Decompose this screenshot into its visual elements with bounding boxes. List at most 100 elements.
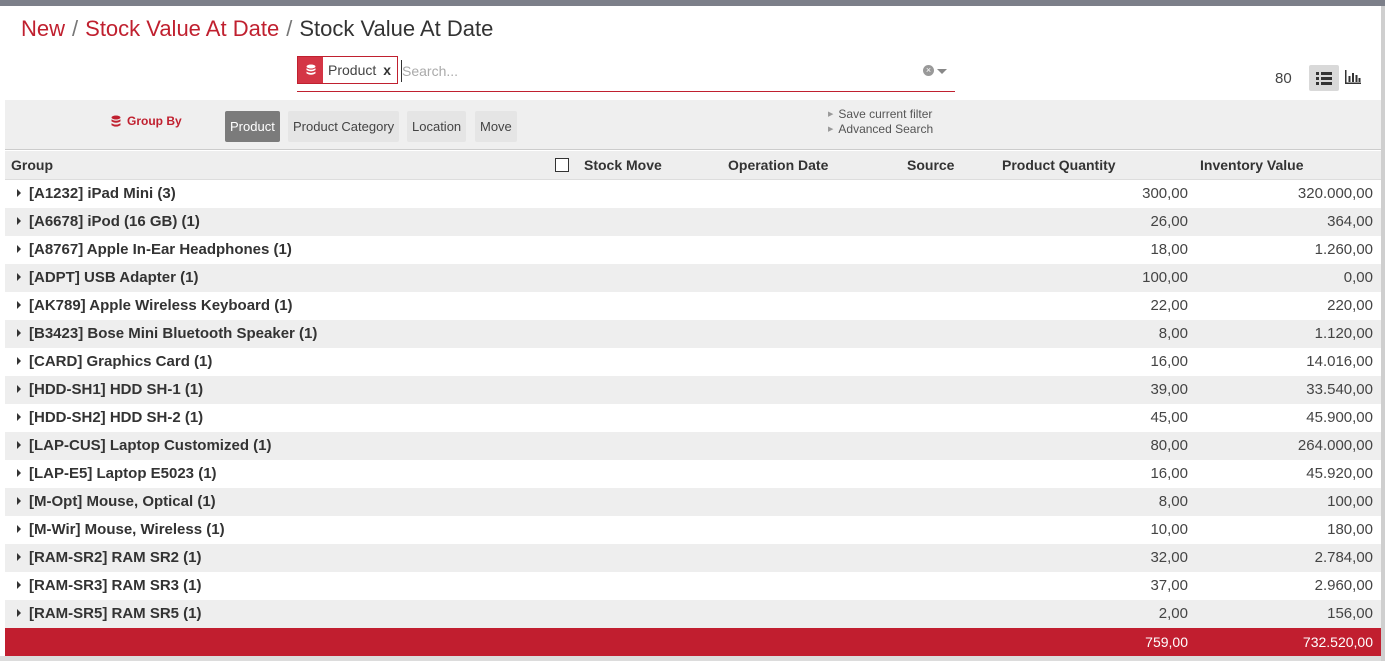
group-name: [B3423] Bose Mini Bluetooth Speaker (1) bbox=[29, 325, 318, 342]
search-bar: Product x × bbox=[297, 56, 955, 92]
group-name: [LAP-E5] Laptop E5023 (1) bbox=[29, 465, 217, 482]
graph-view-button[interactable] bbox=[1345, 70, 1363, 88]
product-quantity: 22,00 bbox=[1150, 297, 1188, 314]
total-value: 732.520,00 bbox=[1302, 634, 1373, 650]
group-by-label: Group By bbox=[111, 114, 182, 128]
table-row[interactable]: [RAM-SR5] RAM SR5 (1) 2,00 156,00 bbox=[5, 600, 1381, 628]
group-name: [A6678] iPod (16 GB) (1) bbox=[29, 213, 200, 230]
inventory-value: 1.120,00 bbox=[1314, 325, 1373, 342]
triangle-right-icon: ▶ bbox=[828, 125, 834, 133]
group-by-product[interactable]: Product bbox=[225, 111, 280, 142]
column-stock-move[interactable]: Stock Move bbox=[584, 157, 662, 173]
table-row[interactable]: [LAP-CUS] Laptop Customized (1) 80,00 264.… bbox=[5, 432, 1381, 460]
caret-right-icon bbox=[17, 413, 21, 421]
list-icon bbox=[1316, 71, 1332, 85]
product-quantity: 8,00 bbox=[1158, 325, 1188, 342]
pager-limit[interactable]: 80 bbox=[1275, 70, 1292, 87]
bottom-strip bbox=[0, 656, 1381, 661]
control-panel: New / Stock Value At Date / Stock Value At D… bbox=[0, 6, 1381, 100]
group-name: [AK789] Apple Wireless Keyboard (1) bbox=[29, 297, 293, 314]
caret-right-icon bbox=[17, 245, 21, 253]
table-row[interactable]: [M-Opt] Mouse, Optical (1) 8,00 100,00 bbox=[5, 488, 1381, 516]
group-name: [RAM-SR2] RAM SR2 (1) bbox=[29, 549, 202, 566]
save-current-filter-link[interactable]: ▶ Save current filter bbox=[828, 107, 933, 122]
filter-links: ▶ Save current filter ▶ Advanced Search bbox=[828, 107, 933, 137]
group-by-location[interactable]: Location bbox=[407, 111, 467, 142]
facet-remove-button[interactable]: x bbox=[381, 57, 397, 83]
inventory-value: 45.900,00 bbox=[1306, 409, 1373, 426]
triangle-right-icon: ▶ bbox=[828, 110, 834, 118]
breadcrumb-current: Stock Value At Date bbox=[299, 16, 494, 41]
table-row[interactable]: [M-Wir] Mouse, Wireless (1) 10,00 180,00 bbox=[5, 516, 1381, 544]
table-row[interactable]: [A1232] iPad Mini (3) 300,00 320.000,00 bbox=[5, 180, 1381, 208]
caret-right-icon bbox=[17, 217, 21, 225]
total-quantity: 759,00 bbox=[1145, 634, 1188, 650]
product-quantity: 37,00 bbox=[1150, 577, 1188, 594]
group-by-move[interactable]: Move bbox=[475, 111, 517, 142]
inventory-value: 100,00 bbox=[1327, 493, 1373, 510]
caret-right-icon bbox=[17, 385, 21, 393]
group-name: [HDD-SH2] HDD SH-2 (1) bbox=[29, 409, 204, 426]
table-header: Group Stock Move Operation Date Source P… bbox=[5, 151, 1381, 180]
search-input[interactable] bbox=[401, 60, 901, 82]
breadcrumb-item-stock-value[interactable]: Stock Value At Date bbox=[85, 16, 279, 41]
breadcrumb: New / Stock Value At Date / Stock Value At D… bbox=[21, 16, 493, 42]
column-operation-date[interactable]: Operation Date bbox=[728, 157, 828, 173]
inventory-value: 14.016,00 bbox=[1306, 353, 1373, 370]
database-icon bbox=[111, 115, 121, 127]
caret-right-icon bbox=[17, 525, 21, 533]
inventory-value: 33.540,00 bbox=[1306, 381, 1373, 398]
caret-right-icon bbox=[17, 497, 21, 505]
caret-right-icon bbox=[17, 469, 21, 477]
group-by-product-category[interactable]: Product Category bbox=[288, 111, 400, 142]
caret-right-icon bbox=[17, 609, 21, 617]
inventory-value: 180,00 bbox=[1327, 521, 1373, 538]
table-row[interactable]: [HDD-SH1] HDD SH-1 (1) 39,00 33.540,00 bbox=[5, 376, 1381, 404]
group-name: [ADPT] USB Adapter (1) bbox=[29, 269, 199, 286]
group-name: [M-Opt] Mouse, Optical (1) bbox=[29, 493, 216, 510]
search-options-caret-icon[interactable] bbox=[937, 69, 947, 74]
advanced-search-link[interactable]: ▶ Advanced Search bbox=[828, 122, 933, 137]
clear-icon[interactable]: × bbox=[923, 65, 934, 76]
caret-right-icon bbox=[17, 441, 21, 449]
inventory-value: 220,00 bbox=[1327, 297, 1373, 314]
product-quantity: 45,00 bbox=[1150, 409, 1188, 426]
filters-panel: Group By Product Product Category Locati… bbox=[5, 100, 1381, 150]
column-group[interactable]: Group bbox=[11, 157, 53, 173]
scrollbar[interactable] bbox=[1381, 6, 1385, 661]
inventory-value: 264.000,00 bbox=[1297, 437, 1373, 454]
table-row[interactable]: [LAP-E5] Laptop E5023 (1) 16,00 45.920,00 bbox=[5, 460, 1381, 488]
table-row[interactable]: [A6678] iPod (16 GB) (1) 26,00 364,00 bbox=[5, 208, 1381, 236]
table-row[interactable]: [CARD] Graphics Card (1) 16,00 14.016,00 bbox=[5, 348, 1381, 376]
table-row[interactable]: [B3423] Bose Mini Bluetooth Speaker (1) 8… bbox=[5, 320, 1381, 348]
table-row[interactable]: [A8767] Apple In-Ear Headphones (1) 18,00… bbox=[5, 236, 1381, 264]
product-quantity: 18,00 bbox=[1150, 241, 1188, 258]
search-facet[interactable]: Product x bbox=[297, 56, 399, 84]
database-icon bbox=[298, 57, 323, 83]
table-row[interactable]: [AK789] Apple Wireless Keyboard (1) 22,00… bbox=[5, 292, 1381, 320]
column-inventory-value[interactable]: Inventory Value bbox=[1200, 157, 1303, 173]
select-all-checkbox[interactable] bbox=[555, 158, 569, 172]
table-row[interactable]: [RAM-SR3] RAM SR3 (1) 37,00 2.960,00 bbox=[5, 572, 1381, 600]
caret-right-icon bbox=[17, 581, 21, 589]
caret-right-icon bbox=[17, 357, 21, 365]
product-quantity: 100,00 bbox=[1142, 269, 1188, 286]
list-view-button[interactable] bbox=[1309, 65, 1339, 91]
product-quantity: 8,00 bbox=[1158, 493, 1188, 510]
breadcrumb-item-new[interactable]: New bbox=[21, 16, 65, 41]
caret-right-icon bbox=[17, 273, 21, 281]
table-row[interactable]: [ADPT] USB Adapter (1) 100,00 0,00 bbox=[5, 264, 1381, 292]
breadcrumb-separator: / bbox=[72, 16, 79, 41]
inventory-value: 320.000,00 bbox=[1297, 185, 1373, 202]
product-quantity: 39,00 bbox=[1150, 381, 1188, 398]
column-product-quantity[interactable]: Product Quantity bbox=[1002, 157, 1116, 173]
table-row[interactable]: [RAM-SR2] RAM SR2 (1) 32,00 2.784,00 bbox=[5, 544, 1381, 572]
column-source[interactable]: Source bbox=[907, 157, 954, 173]
table-row[interactable]: [HDD-SH2] HDD SH-2 (1) 45,00 45.900,00 bbox=[5, 404, 1381, 432]
product-quantity: 16,00 bbox=[1150, 353, 1188, 370]
product-quantity: 26,00 bbox=[1150, 213, 1188, 230]
product-quantity: 80,00 bbox=[1150, 437, 1188, 454]
group-name: [RAM-SR3] RAM SR3 (1) bbox=[29, 577, 202, 594]
table-body: [A1232] iPad Mini (3) 300,00 320.000,00 [A6… bbox=[5, 180, 1381, 628]
group-name: [A8767] Apple In-Ear Headphones (1) bbox=[29, 241, 292, 258]
